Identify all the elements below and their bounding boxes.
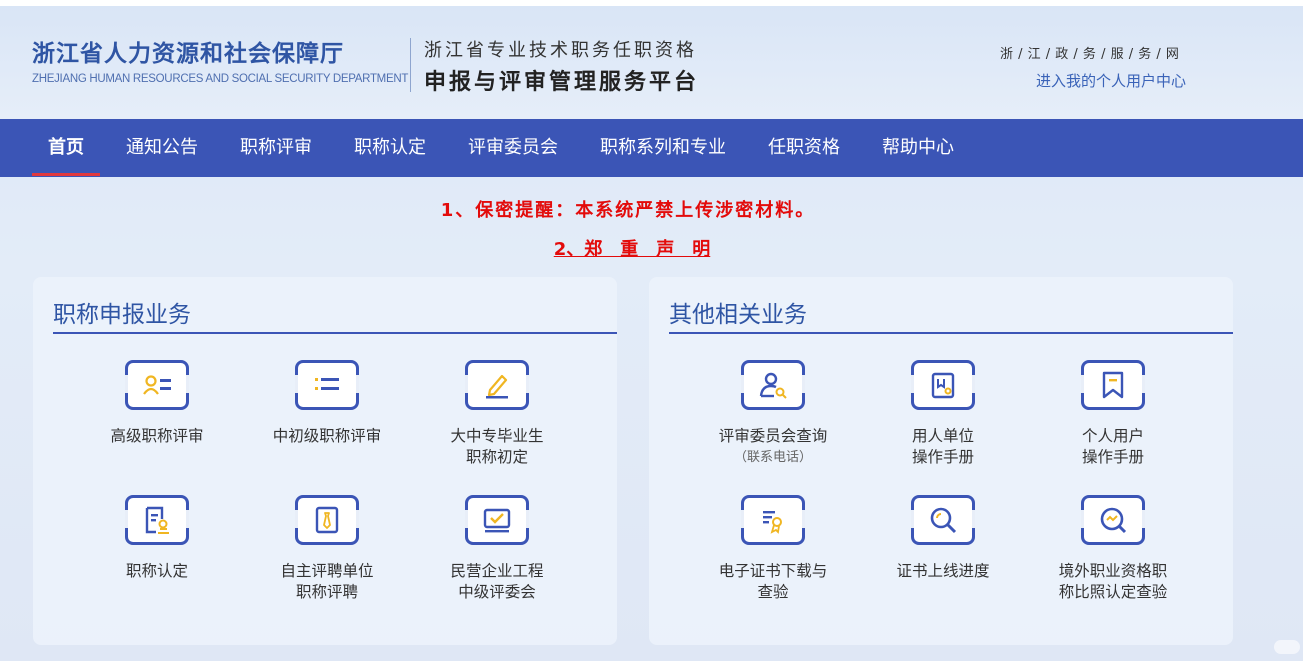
panel-title-application: 职称申报业务 高级职称评审 中初级职称评审 大中专毕业生 职称初定 职称认定 自主… [33,277,617,645]
org-name-cn[interactable]: 浙江省人力资源和社会保障厅 [32,34,344,68]
compare-search-icon [1081,495,1145,545]
tile-label: 大中专毕业生 职称初定 [450,427,544,466]
corner-badge-icon [1272,636,1302,658]
magnifier-icon [911,495,975,545]
bookmark-icon [1081,360,1145,410]
nav-help-center[interactable]: 帮助中心 [882,119,954,177]
tile-certificate-progress[interactable]: 证书上线进度 [858,495,1028,615]
tile-independent-hiring[interactable]: 自主评聘单位 职称评聘 [242,495,412,615]
tile-personal-manual[interactable]: 个人用户 操作手册 [1028,360,1198,480]
tile-title-recognition[interactable]: 职称认定 [72,495,242,615]
list-icon [295,360,359,410]
tile-label: 自主评聘单位 职称评聘 [280,562,374,601]
tile-label: 电子证书下载与 查验 [718,562,828,601]
tile-label: 高级职称评审 [110,427,204,445]
header-divider [410,38,411,92]
tile-e-certificate[interactable]: 电子证书下载与 查验 [688,495,858,615]
main-nav: 首页 通知公告 职称评审 职称认定 评审委员会 职称系列和专业 任职资格 帮助中… [0,119,1303,177]
user-search-icon [741,360,805,410]
nav-active-indicator [32,173,100,176]
tile-private-enterprise[interactable]: 民营企业工程 中级评委会 [412,495,582,615]
tile-mid-junior-review[interactable]: 中初级职称评审 [242,360,412,480]
e-certificate-icon [741,495,805,545]
certificate-stamp-icon [125,495,189,545]
tile-label: 个人用户 操作手册 [1081,427,1144,466]
manual-icon [911,360,975,410]
user-center-link[interactable]: 进入我的个人用户中心 [1036,70,1186,91]
nav-qualification[interactable]: 任职资格 [768,119,840,177]
panel-title: 职称申报业务 [53,302,191,328]
tile-label: 证书上线进度 [896,562,990,580]
tile-committee-query[interactable]: 评审委员会查询 （联系电话） [688,360,858,480]
nav-home[interactable]: 首页 [48,119,84,177]
panel-divider [669,332,1233,334]
panel-divider [53,332,617,334]
tile-overseas-qualification[interactable]: 境外职业资格职 称比照认定查验 [1028,495,1198,615]
tile-label: 职称认定 [125,562,188,580]
tie-badge-icon [295,495,359,545]
id-card-icon [125,360,189,410]
gov-service-link[interactable]: 浙 / 江 / 政 / 务 / 服 / 务 / 网 [1000,43,1179,62]
statement-link[interactable]: 2、郑 重 声 明 [0,235,1264,261]
platform-subtitle: 浙江省专业技术职务任职资格 [424,40,697,61]
tile-senior-review[interactable]: 高级职称评审 [72,360,242,480]
panel-other-services: 其他相关业务 评审委员会查询 （联系电话） 用人单位 操作手册 个人用户 操作手册 电… [649,277,1233,645]
security-notice: 1、保密提醒：本系统严禁上传涉密材料。 [440,200,816,221]
panel-title: 其他相关业务 [669,302,807,328]
edit-icon [465,360,529,410]
nav-notices[interactable]: 通知公告 [126,119,198,177]
platform-title: 申报与评审管理服务平台 [424,70,700,95]
header: 浙江省人力资源和社会保障厅 ZHEJIANG HUMAN RESOURCES A… [0,6,1303,119]
checkbox-icon [465,495,529,545]
tile-graduate-initial[interactable]: 大中专毕业生 职称初定 [412,360,582,480]
tile-label: 评审委员会查询 （联系电话） [718,427,828,465]
org-name-en: ZHEJIANG HUMAN RESOURCES AND SOCIAL SECU… [32,73,409,85]
tile-employer-manual[interactable]: 用人单位 操作手册 [858,360,1028,480]
tile-label: 中初级职称评审 [272,427,382,445]
tile-label: 境外职业资格职 称比照认定查验 [1058,562,1168,601]
nav-title-review[interactable]: 职称评审 [240,119,312,177]
nav-title-recognition[interactable]: 职称认定 [354,119,426,177]
tile-label: 用人单位 操作手册 [911,427,974,466]
nav-committee[interactable]: 评审委员会 [468,119,558,177]
nav-series-specialty[interactable]: 职称系列和专业 [600,119,726,177]
tile-label: 民营企业工程 中级评委会 [450,562,544,601]
